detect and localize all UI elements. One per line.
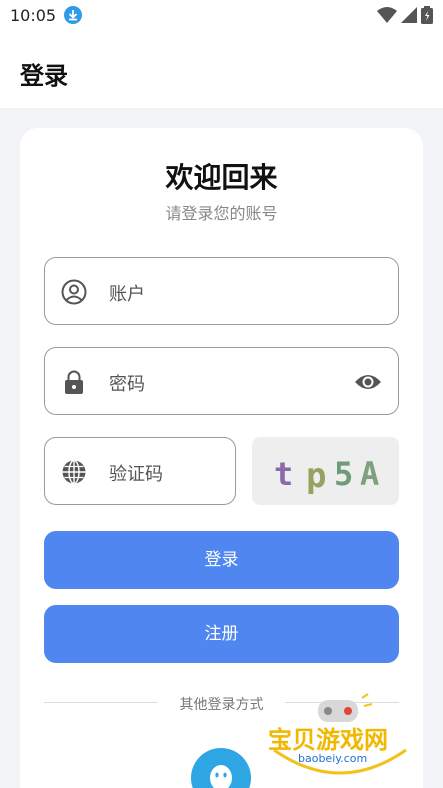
svg-text:p: p (306, 456, 326, 496)
status-bar: 10:05 (0, 0, 443, 30)
svg-text:t: t (274, 455, 293, 493)
wifi-icon (377, 7, 397, 23)
account-placeholder: 账户 (109, 284, 145, 305)
welcome-heading: 欢迎回来 (165, 161, 278, 194)
account-icon (61, 279, 87, 305)
status-time: 10:05 (10, 5, 57, 25)
eye-icon[interactable] (354, 370, 382, 394)
login-button[interactable]: 登录 (44, 531, 399, 589)
watermark-logo: 宝贝游戏网 baobeiy.com (264, 692, 414, 784)
qq-icon (210, 765, 232, 788)
captcha-glyphs: t p 5 A (274, 455, 379, 496)
svg-text:A: A (360, 455, 379, 493)
lock-icon (65, 370, 83, 394)
svg-text:5: 5 (334, 455, 353, 493)
battery-icon (421, 6, 433, 24)
welcome-subtitle: 请登录您的账号 (165, 204, 278, 223)
watermark-url: baobeiy.com (298, 752, 368, 765)
status-icons (377, 6, 433, 24)
password-placeholder: 密码 (109, 374, 145, 395)
password-field[interactable]: 密码 (44, 347, 399, 415)
watermark-brand: 宝贝游戏网 (268, 726, 388, 754)
captcha-field[interactable]: 验证码 (44, 437, 236, 505)
captcha-placeholder: 验证码 (109, 464, 163, 485)
qq-login-button[interactable] (191, 748, 251, 788)
captcha-image[interactable]: t p 5 A (252, 437, 399, 505)
page-title: 登录 (20, 62, 68, 90)
account-field[interactable]: 账户 (44, 257, 399, 325)
login-card: 欢迎回来 请登录您的账号 账户 密码 验证码 t p 5 A 登录 注册 其他登… (20, 128, 423, 788)
download-icon (64, 6, 83, 24)
signal-icon (401, 7, 417, 23)
globe-icon (62, 459, 86, 485)
register-button[interactable]: 注册 (44, 605, 399, 663)
app-bar: 登录 (0, 30, 443, 108)
